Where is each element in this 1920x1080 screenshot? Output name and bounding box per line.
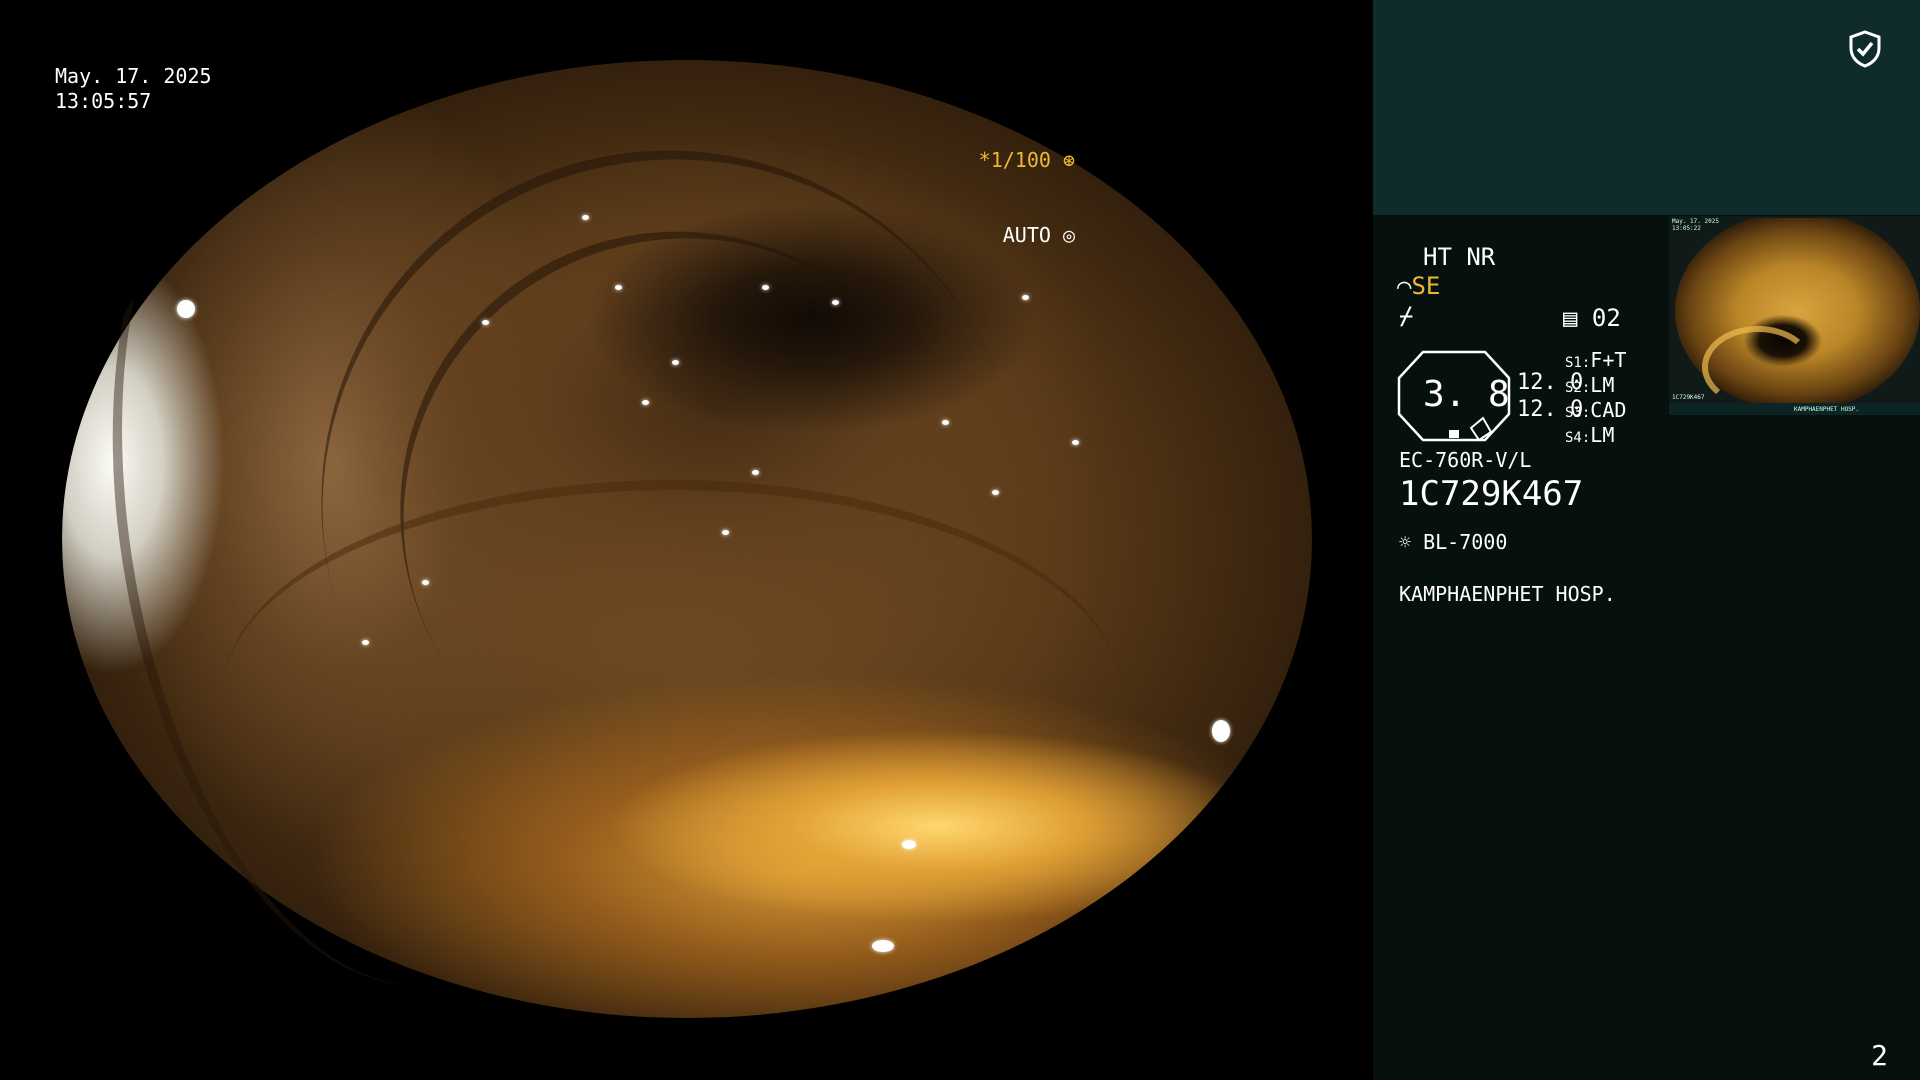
- shutter-text: *1/100: [978, 148, 1051, 172]
- scope-tip-icon: ⌒: [1397, 272, 1412, 300]
- light-source-row: ☼ BL-7000: [1399, 530, 1507, 554]
- light-source-label: BL-7000: [1423, 530, 1508, 554]
- endoscopic-image: [62, 51, 1312, 1024]
- freeze-icon: ⌿: [1399, 302, 1414, 330]
- exposure-settings: *1/100 ⊛ AUTO ◎: [979, 98, 1075, 298]
- se-label: SE: [1411, 272, 1441, 300]
- switch-s3: S3:CAD: [1565, 398, 1627, 422]
- capture-thumbnail[interactable]: May. 17. 2025 13:05:22 1C729K467 KAMPHAEN…: [1669, 216, 1920, 415]
- light-source-icon: ☼: [1399, 530, 1412, 554]
- auto-iris-icon: ◎: [1050, 223, 1075, 247]
- switch-s4: S4:LM: [1565, 423, 1615, 447]
- thumbnail-footer: KAMPHAENPHET HOSP.: [1669, 403, 1920, 415]
- hospital-name: KAMPHAENPHET HOSP.: [1399, 582, 1616, 606]
- scope-model: EC-760R-V/L: [1399, 448, 1532, 472]
- time-text: 13:05:57: [55, 89, 152, 113]
- scope-tip-row: ⌒SE: [1397, 272, 1440, 300]
- thumbnail-date: May. 17. 2025 13:05:22: [1672, 218, 1719, 232]
- info-panel: May. 17. 2025 13:05:22 1C729K467 KAMPHAEN…: [1373, 0, 1920, 1080]
- scope-serial: 1C729K467: [1399, 474, 1584, 514]
- thumbnail-fold: [1702, 326, 1814, 408]
- enhancement-value: 3. 8: [1423, 374, 1510, 415]
- endoscope-live-view: May. 17. 2025 13:05:57 *1/100 ⊛ AUTO ◎: [0, 0, 1373, 1080]
- panel-header: [1373, 0, 1920, 215]
- thumbnail-serial: 1C729K467: [1672, 394, 1705, 401]
- switch-s2: S2:LM: [1565, 373, 1615, 397]
- mode-text: AUTO: [1002, 223, 1051, 247]
- shield-check-icon: [1849, 30, 1881, 68]
- datetime-display: May. 17. 2025 13:05:57: [55, 64, 212, 114]
- preset-number: 02: [1591, 304, 1621, 332]
- page-number: 2: [1871, 1039, 1888, 1072]
- thumbnail-hospital: KAMPHAENPHET HOSP.: [1794, 406, 1860, 413]
- preset-row: ▤ 02: [1563, 304, 1621, 332]
- date-text: May. 17. 2025: [55, 64, 212, 88]
- switch-s1: S1:F+T: [1565, 348, 1627, 372]
- shutter-icon: ⊛: [1050, 148, 1075, 172]
- ht-nr-label: HT NR: [1423, 243, 1496, 271]
- preset-icon: ▤: [1563, 304, 1578, 332]
